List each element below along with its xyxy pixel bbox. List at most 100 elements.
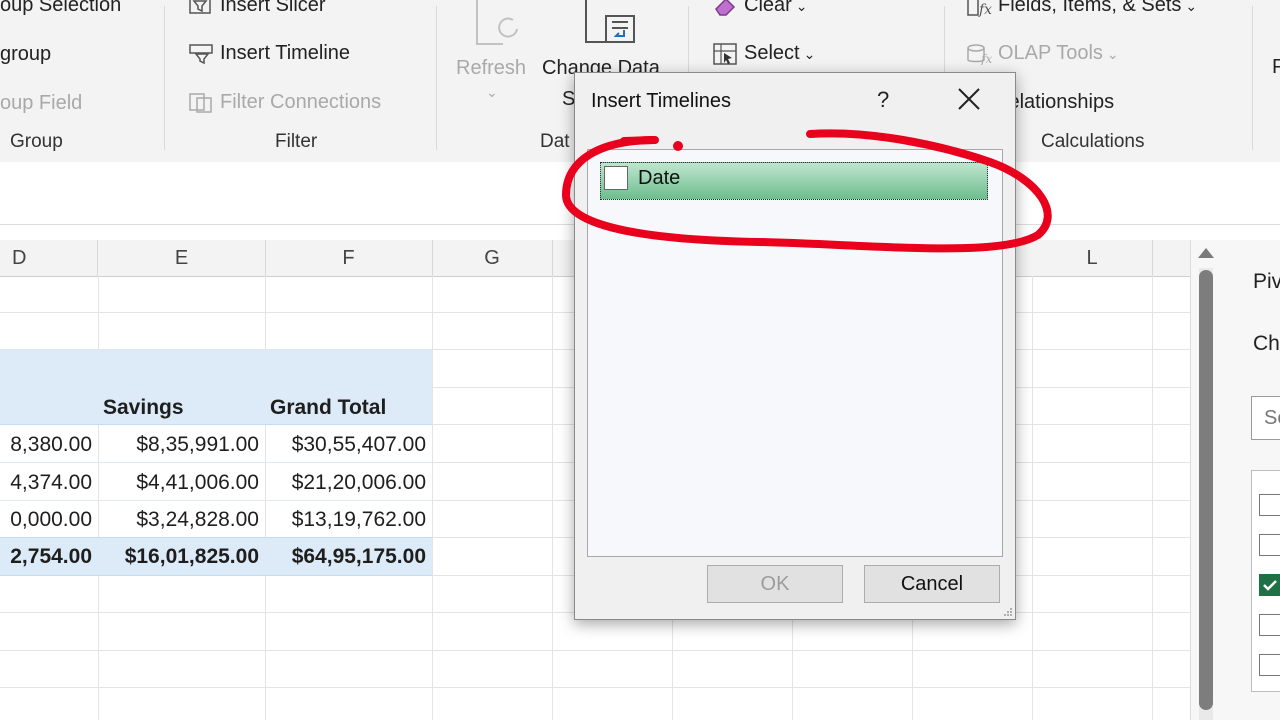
select-label: Select — [744, 42, 800, 64]
column-header-f[interactable]: F — [265, 240, 433, 276]
divider — [0, 462, 432, 463]
filter-label: Filter — [275, 131, 318, 152]
total-cell[interactable]: $64,95,175.00 — [292, 545, 426, 569]
ok-button[interactable]: OK — [707, 565, 843, 603]
chevron-down-icon: ⌄ — [803, 46, 816, 62]
scrollbar-thumb[interactable] — [1199, 270, 1213, 710]
pane-title: Piv — [1253, 270, 1280, 293]
chevron-down-icon: ⌄ — [1185, 0, 1198, 14]
table-cell[interactable]: 8,380.00 — [10, 433, 92, 457]
insert-timeline-button[interactable]: Insert Timeline — [188, 42, 350, 65]
table-cell[interactable]: $21,20,006.00 — [292, 471, 426, 495]
table-cell[interactable]: $13,19,762.00 — [292, 508, 426, 532]
divider — [0, 424, 432, 425]
gridline — [1032, 276, 1033, 720]
olap-tools-label: OLAP Tools — [998, 42, 1103, 64]
date-field-list: Date — [587, 149, 1003, 557]
table-cell[interactable]: 0,000.00 — [10, 508, 92, 532]
gridline — [98, 276, 99, 720]
cancel-button[interactable]: Cancel — [864, 565, 1000, 603]
total-cell[interactable]: 2,754.00 — [10, 545, 92, 569]
field-checkbox[interactable] — [1259, 534, 1280, 556]
group-field-label: oup Field — [0, 92, 83, 114]
check-icon — [1263, 580, 1277, 591]
calculations-label: Calculations — [1041, 131, 1145, 152]
field-checkbox-checked[interactable] — [1259, 574, 1280, 596]
field-checkbox[interactable] — [1259, 494, 1280, 516]
group-selection-label: oup Selection — [0, 0, 122, 16]
chevron-down-icon: ⌄ — [486, 84, 498, 100]
svg-text:fx: fx — [978, 2, 992, 17]
divider — [1252, 6, 1253, 150]
total-cell[interactable]: $16,01,825.00 — [125, 545, 259, 569]
clear-label: Clear — [744, 0, 792, 16]
gridline — [0, 687, 1190, 688]
ribbon-cut-off-item[interactable]: P — [1272, 56, 1280, 79]
column-header-e[interactable]: E — [98, 240, 266, 276]
table-cell[interactable]: 4,374.00 — [10, 471, 92, 495]
ungroup-label: group — [0, 43, 52, 65]
gridline — [0, 650, 1190, 651]
table-cell[interactable]: $8,35,991.00 — [136, 433, 259, 457]
olap-tools-button[interactable]: fx OLAP Tools ⌄ — [966, 42, 1119, 65]
filter-connections-label: Filter Connections — [220, 91, 382, 113]
divider — [164, 6, 165, 150]
fields-items-sets-label: Fields, Items, & Sets — [998, 0, 1182, 16]
field-search-input[interactable]: Se — [1251, 396, 1280, 440]
chevron-down-icon: ⌄ — [1106, 46, 1119, 62]
refresh-button[interactable]: Refresh — [456, 57, 526, 80]
chevron-down-icon: ⌄ — [795, 0, 808, 14]
help-button[interactable]: ? — [877, 87, 889, 113]
insert-timeline-label: Insert Timeline — [220, 42, 351, 64]
eraser-icon — [715, 0, 736, 16]
table-cell[interactable]: $30,55,407.00 — [292, 433, 426, 457]
fields-items-sets-button[interactable]: fx Fields, Items, & Sets ⌄ — [966, 0, 1197, 17]
insert-slicer-label: Insert Slicer — [220, 0, 326, 16]
table-cell[interactable]: $3,24,828.00 — [136, 508, 259, 532]
slicer-icon — [189, 0, 211, 14]
ungroup-button[interactable]: group — [0, 43, 51, 66]
data-label: Dat — [540, 131, 570, 152]
resize-grip-icon[interactable] — [1003, 607, 1013, 617]
refresh-icon — [476, 0, 518, 45]
column-header-d[interactable]: D — [0, 240, 98, 276]
select-icon — [713, 42, 737, 65]
divider — [436, 6, 437, 150]
timeline-icon — [189, 43, 213, 64]
gridline — [552, 276, 553, 720]
date-field-label: Date — [638, 167, 681, 189]
insert-timelines-dialog: Insert Timelines ? Date OK Cancel — [574, 72, 1016, 620]
date-checkbox[interactable] — [604, 166, 628, 190]
divider — [0, 537, 432, 538]
clear-button[interactable]: Clear ⌄ — [712, 0, 808, 17]
group-field-button[interactable]: oup Field — [0, 92, 82, 115]
insert-slicer-button[interactable]: Insert Slicer — [188, 0, 326, 17]
select-button[interactable]: Select ⌄ — [712, 42, 815, 65]
group-selection-button[interactable]: oup Selection — [0, 0, 121, 17]
divider — [0, 575, 432, 576]
column-header-l[interactable]: L — [1032, 240, 1153, 276]
header-savings[interactable]: Savings — [103, 396, 184, 420]
gridline — [1152, 276, 1153, 720]
gridline — [265, 276, 266, 720]
gridline — [432, 276, 433, 720]
change-data-source-icon — [585, 0, 635, 43]
table-cell[interactable]: $4,41,006.00 — [136, 471, 259, 495]
pane-subtitle: Ch — [1253, 332, 1280, 355]
date-field-item[interactable]: Date — [600, 162, 988, 200]
fields-icon: fx — [967, 0, 992, 17]
filter-connections-icon — [189, 92, 212, 113]
dialog-title: Insert Timelines — [591, 90, 732, 112]
olap-icon: fx — [967, 43, 992, 65]
filter-connections-button[interactable]: Filter Connections — [188, 91, 381, 114]
divider — [0, 500, 432, 501]
field-checkbox[interactable] — [1259, 654, 1280, 676]
column-header-g[interactable]: G — [432, 240, 553, 276]
field-checkbox[interactable] — [1259, 614, 1280, 636]
pivot-fields-pane: Piv Ch Se — [1190, 240, 1280, 720]
header-grand-total[interactable]: Grand Total — [270, 396, 386, 420]
close-icon[interactable] — [955, 85, 983, 113]
svg-text:fx: fx — [980, 52, 992, 65]
scroll-up-arrow-icon[interactable] — [1198, 248, 1214, 258]
group-label: Group — [10, 131, 63, 152]
